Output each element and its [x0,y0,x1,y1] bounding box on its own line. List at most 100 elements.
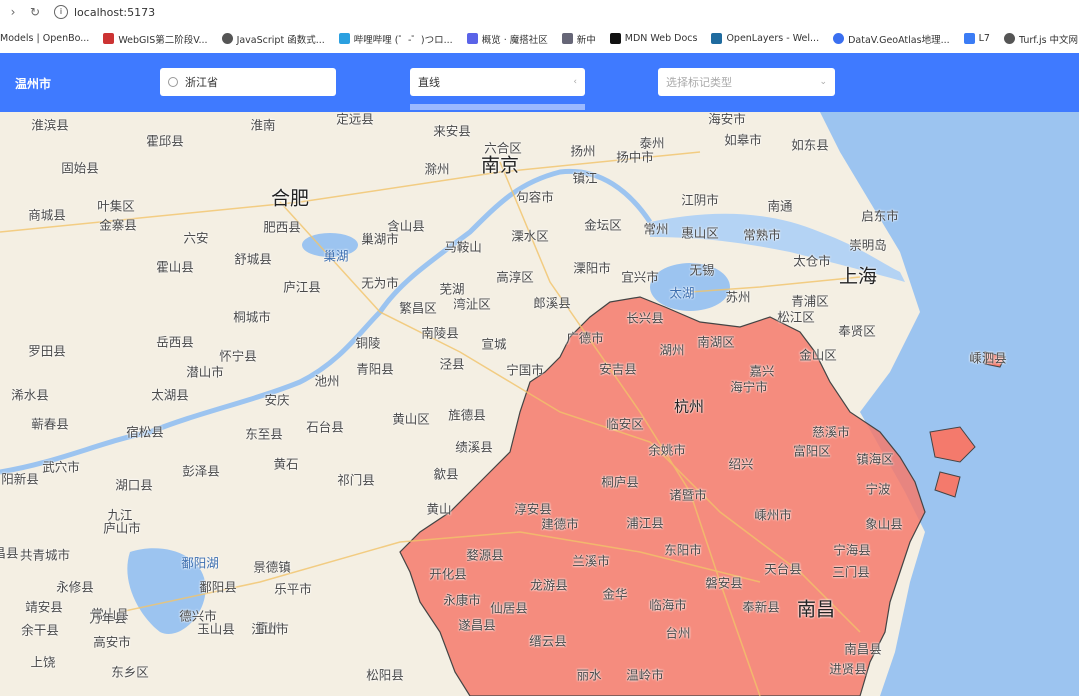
place-label: 杭州 [673,397,705,416]
bookmark-label[interactable]: Turf.js 中文网 [1019,32,1078,46]
place-label: 歙县 [433,466,459,482]
bookmark-label[interactable]: WebGIS第二阶段V... [118,32,207,46]
place-label: 句容市 [516,189,554,205]
place-label: 宿松县 [126,424,164,440]
globe-icon [221,33,233,44]
map-canvas[interactable]: 淮滨县 淮南 定远县 来安县 六合区 泰州 海安市 霍邱县 扬州 如皋市 固始县 滁州 南京 扬中市 如东县… [0,112,1079,696]
place-label: 温岭市 [626,667,664,683]
bookmark-item[interactable]: L7 [963,33,990,44]
mark-type-placeholder[interactable]: 选择标记类型 [666,74,732,90]
place-label: 奉贤区 [838,323,876,339]
place-label: 东乡区 [111,664,149,680]
draw-type-value[interactable]: 直线 [418,74,440,90]
bookmark-label[interactable]: MDN Web Docs [625,33,698,44]
url-text[interactable]: localhost:5173 [74,6,155,19]
bookmark-label[interactable]: L7 [979,33,990,44]
place-label: 丽水 [576,667,602,683]
place-label: 富阳区 [793,443,831,459]
bookmark-label[interactable]: Models | OpenBo... [0,33,89,44]
region-search-input[interactable]: 浙江省 [160,68,336,96]
place-label: 庐江县 [283,279,321,295]
city-title: 温州市 [15,77,52,91]
place-label: 崇明岛 [849,237,887,253]
place-label: 惠山区 [681,225,719,241]
reload-icon[interactable]: ↻ [26,5,44,19]
site-info-icon[interactable]: i [54,5,68,19]
bookmark-label[interactable]: 新中 [577,32,596,46]
bookmark-item[interactable]: 哔哩哔哩 (゜-゜)つロ... [338,32,453,46]
search-value[interactable]: 浙江省 [185,74,218,90]
place-label: 天台县 [764,561,802,577]
place-label: 金坛区 [584,217,622,233]
place-label: 黄石 [273,456,299,472]
place-label: 广德市 [566,330,604,346]
bookmark-item[interactable]: OpenLayers - Wel... [711,33,819,44]
place-label: 婺源县 [466,547,504,563]
place-label: 余姚市 [648,442,686,458]
mark-type-select[interactable]: 选择标记类型 ⌄ [658,68,835,96]
place-label: 共青城市 [19,547,71,563]
place-label: 诸暨市 [669,487,707,503]
place-label: 安庆 [264,392,290,408]
place-label: 黄山区 [392,411,430,427]
bookmark-item[interactable]: Turf.js 中文网 [1003,32,1078,46]
place-label: 霍山县 [156,259,194,275]
place-label: 合肥 [270,187,310,210]
forward-icon[interactable]: › [4,5,22,19]
place-label: 湾沚区 [453,296,491,312]
place-label: 扬州 [570,143,596,159]
place-label: 怀宁县 [219,348,257,364]
bookmark-item[interactable]: MDN Web Docs [609,33,698,44]
place-label: 蕲春县 [31,416,69,432]
place-label: 奉新县 [742,599,780,615]
bookmark-label[interactable]: 哔哩哔哩 (゜-゜)つロ... [354,32,453,46]
bookmark-item[interactable]: DataV.GeoAtlas地理... [833,32,950,46]
place-label: 乐平市 [274,581,312,597]
place-label: 永修县 [56,579,94,595]
bookmark-label[interactable]: JavaScript 函数式... [237,32,325,46]
place-label: 临安区 [606,416,644,432]
dropdown-shadow [410,104,585,110]
place-label: 启东市 [861,208,899,224]
place-label: 商城县 [28,207,66,223]
place-label: 扬中市 [616,149,654,165]
place-label: 湖口县 [115,477,153,493]
place-label: 旌德县 [448,407,486,423]
place-label: 无为市 [361,275,399,291]
place-label: 浠水县 [11,387,49,403]
place-label: 常熟市 [743,227,781,243]
bookmark-item[interactable]: 新中 [561,32,596,46]
place-label: 南通 [767,198,793,214]
place-label: 铜陵 [355,335,381,351]
bookmark-label[interactable]: DataV.GeoAtlas地理... [848,32,950,46]
bookmark-label[interactable]: OpenLayers - Wel... [726,33,819,44]
place-label: 金山区 [799,347,837,363]
bookmark-item[interactable]: JavaScript 函数式... [221,32,325,46]
bookmark-item[interactable]: 概览 · 魔搭社区 [466,32,548,46]
place-label: 南京 [480,154,520,177]
url-field[interactable]: i localhost:5173 [54,5,155,19]
place-label: 太仓市 [793,253,831,269]
draw-type-select[interactable]: 直线 ‹ [410,68,585,96]
place-label: 武穴市 [42,459,80,475]
search-icon [168,77,178,87]
place-label: 岳西县 [156,334,194,350]
place-label: 仙居县 [490,600,528,616]
bookmark-item[interactable]: Models | OpenBo... [0,33,89,44]
bookmark-item[interactable]: WebGIS第二阶段V... [103,32,208,46]
place-label: 如皋市 [724,132,762,148]
place-label: 巢湖 [323,248,349,264]
place-label: 潜山市 [186,364,224,380]
place-label: 南湖区 [697,334,735,350]
place-label: 桐城市 [233,309,271,325]
place-label: 上饶 [30,654,56,670]
place-label: 南陵县 [421,325,459,341]
place-label: 繁昌区 [399,300,437,316]
place-label: 万年县 [89,610,127,626]
bookmark-label[interactable]: 概览 · 魔搭社区 [482,32,548,46]
place-label: 台州 [665,625,691,641]
place-label: 嵊泗县 [969,350,1007,366]
place-label: 黄山 [426,501,452,517]
place-label: 缙云县 [529,633,567,649]
place-label: 苏州 [725,289,751,305]
